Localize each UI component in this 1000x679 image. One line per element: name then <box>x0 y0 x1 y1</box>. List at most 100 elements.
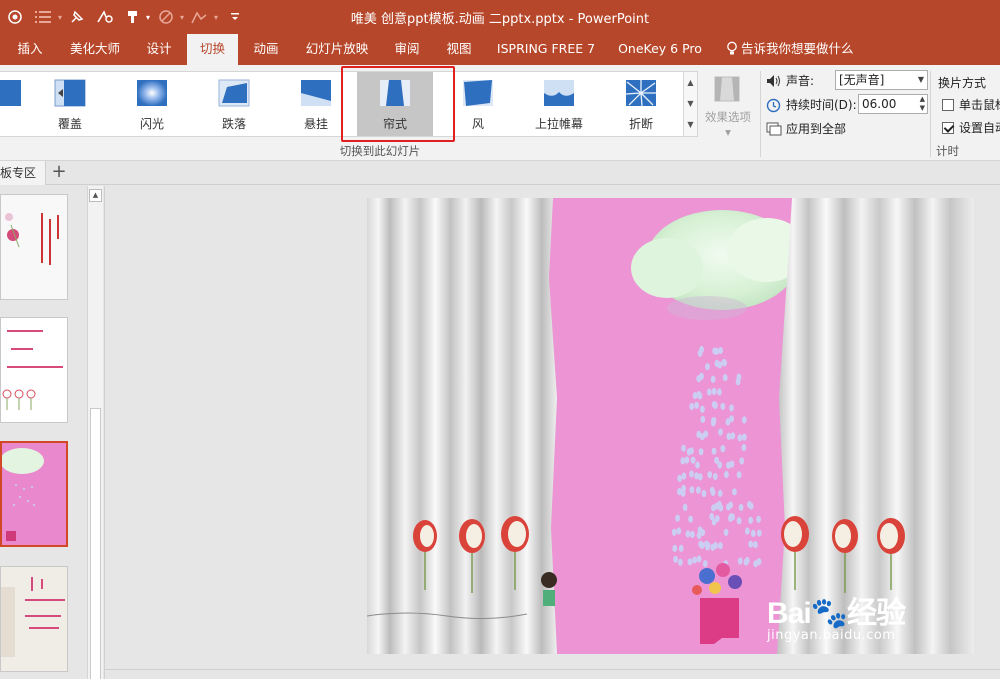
gallery-more-icon[interactable]: ▼ <box>684 114 697 135</box>
after-auto-label: 设置自动 <box>959 121 1000 135</box>
raindrop <box>689 447 694 455</box>
tab-animations[interactable]: 动画 <box>244 34 288 65</box>
raindrop <box>696 430 702 438</box>
raindrop <box>682 503 688 511</box>
effect-options-label: 效果选项 ▾ <box>705 110 751 139</box>
tab-beautify[interactable]: 美化大师 <box>60 34 130 65</box>
slide-preview[interactable]: Bai🐾经验 jingyan.baidu.com <box>367 198 974 654</box>
tab-ispring[interactable]: ISPRING FREE 7 <box>494 34 598 65</box>
raindrop <box>707 471 713 479</box>
raindrop <box>756 529 762 537</box>
raindrop <box>750 529 756 537</box>
flash-icon <box>136 79 168 107</box>
slide-thumbnail[interactable] <box>0 317 68 423</box>
raindrop <box>703 430 709 438</box>
panel-tab-strip: 板专区 + <box>0 161 1000 185</box>
raindrop <box>712 472 718 481</box>
wind-icon <box>462 79 494 107</box>
raindrop <box>720 445 726 453</box>
on-click-checkbox[interactable] <box>942 98 954 111</box>
gallery-down-arrow-icon[interactable]: ▼ <box>684 93 697 114</box>
apply-all-button[interactable]: 应用到全部 <box>766 120 846 137</box>
scroll-up-icon[interactable]: ▲ <box>89 189 102 202</box>
lightbulb-icon <box>726 41 741 56</box>
tab-view[interactable]: 视图 <box>437 34 481 65</box>
speaker-icon <box>766 74 782 88</box>
raindrop <box>726 461 731 469</box>
apply-all-label: 应用到全部 <box>786 122 847 136</box>
transition-cover[interactable]: 覆盖 <box>32 72 108 136</box>
raindrop <box>720 402 726 410</box>
raindrop <box>722 359 727 367</box>
raindrop <box>687 558 693 566</box>
duration-label: 持续时间(D): <box>786 98 857 112</box>
duration-input[interactable]: 06.00 ▲ ▼ <box>858 94 928 114</box>
gallery-up-arrow-icon[interactable]: ▲ <box>684 72 697 93</box>
raindrop <box>672 544 678 552</box>
tell-me-label: 告诉我你想要做什么 <box>741 41 854 56</box>
after-auto-checkbox[interactable] <box>942 121 954 134</box>
tab-slideshow[interactable]: 幻灯片放映 <box>298 34 376 65</box>
clock-icon <box>766 98 782 112</box>
raindrop <box>724 470 729 479</box>
on-click-label: 单击鼠标 <box>959 98 1000 112</box>
raindrop <box>706 388 712 396</box>
raindrop <box>696 486 701 494</box>
after-auto-option[interactable]: 设置自动 <box>942 119 1000 136</box>
transition-fall[interactable]: 跌落 <box>196 72 272 136</box>
effect-options-button[interactable]: 效果选项 ▾ <box>700 73 756 139</box>
raindrop <box>717 361 723 369</box>
transition-partial[interactable] <box>0 72 21 136</box>
transition-prestige[interactable]: 上拉帷幕 <box>521 72 597 136</box>
group-divider <box>760 71 761 157</box>
raindrop <box>694 472 699 480</box>
drape-icon <box>300 79 332 107</box>
spinner-icon[interactable]: ▲ ▼ <box>920 95 925 113</box>
raindrop <box>722 374 728 382</box>
raindrop <box>741 416 747 424</box>
tab-insert[interactable]: 插入 <box>8 34 52 65</box>
tab-transitions[interactable]: 切换 <box>187 34 238 65</box>
thumbnail-scrollbar[interactable]: ▲ <box>87 186 103 679</box>
watermark-suffix: 经验 <box>847 597 906 630</box>
raindrop <box>736 517 742 525</box>
scrollbar-thumb[interactable] <box>90 408 101 679</box>
gallery-scroll[interactable]: ▲ ▼ ▼ <box>683 71 698 137</box>
slide-thumbnail[interactable] <box>0 566 68 672</box>
raindrop <box>711 518 717 526</box>
tab-review[interactable]: 审阅 <box>385 34 429 65</box>
raindrop <box>681 484 686 492</box>
raindrop <box>736 373 742 381</box>
slide-thumbnails <box>0 186 86 679</box>
transition-flash[interactable]: 闪光 <box>114 72 190 136</box>
raindrop <box>694 401 699 409</box>
on-click-option[interactable]: 单击鼠标 <box>942 96 1000 113</box>
raindrop <box>705 363 710 371</box>
add-tab-button[interactable]: + <box>49 163 69 183</box>
advance-header-label: 换片方式 <box>938 76 987 90</box>
raindrop <box>756 515 761 523</box>
selected-transition-highlight <box>341 66 455 142</box>
slide-thumbnail[interactable] <box>0 194 68 300</box>
tab-design[interactable]: 设计 <box>137 34 181 65</box>
tab-onekey[interactable]: OneKey 6 Pro <box>612 34 708 65</box>
raindrop <box>726 432 732 440</box>
tell-me-search[interactable]: 告诉我你想要做什么 <box>726 34 854 65</box>
raindrop <box>689 486 695 494</box>
slide-thumbnail-current[interactable] <box>0 441 68 547</box>
raindrop <box>748 516 754 524</box>
duration-option: 持续时间(D): <box>766 96 857 113</box>
raindrop <box>718 504 724 512</box>
panel-tab-template[interactable]: 板专区 <box>0 161 46 185</box>
raindrop <box>689 470 694 478</box>
sound-value: [无声音] <box>839 73 885 87</box>
raindrop <box>717 489 723 497</box>
sound-select[interactable]: [无声音] ▼ <box>835 70 928 90</box>
raindrop <box>711 387 717 395</box>
raindrop <box>711 447 717 455</box>
raindrop <box>699 541 705 549</box>
transition-fracture[interactable]: 折断 <box>603 72 679 136</box>
raindrop <box>710 543 716 551</box>
raindrop <box>718 346 723 355</box>
raindrop <box>684 456 690 464</box>
